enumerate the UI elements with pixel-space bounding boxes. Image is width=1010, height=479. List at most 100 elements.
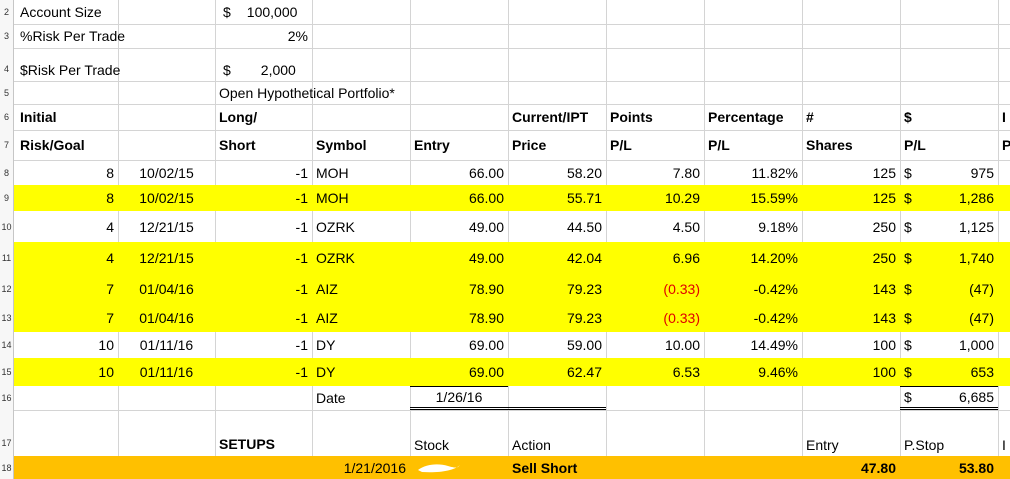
- cell-pct-pl[interactable]: 9.46%: [704, 358, 802, 386]
- cell-long-short[interactable]: -1: [215, 185, 312, 211]
- cell-pct-pl[interactable]: 11.82%: [704, 160, 802, 185]
- portfolio-title[interactable]: Open Hypothetical Portfolio*: [215, 81, 515, 104]
- col-long[interactable]: Long/: [215, 104, 312, 130]
- cell-symbol[interactable]: DY: [312, 358, 410, 386]
- cell-symbol[interactable]: OZRK: [312, 211, 410, 242]
- setup-pstop[interactable]: 53.80: [900, 456, 998, 479]
- cell-risk-goal[interactable]: 7: [16, 303, 118, 332]
- risk-pct-value[interactable]: 2%: [215, 24, 312, 48]
- row-number[interactable]: 15: [0, 358, 14, 386]
- setup-date[interactable]: 1/21/2016: [312, 456, 410, 479]
- col-i[interactable]: I: [998, 104, 1010, 130]
- cell-shares[interactable]: 125: [802, 160, 900, 185]
- cell-dollar-pl[interactable]: $ (47): [900, 303, 998, 332]
- col-dollar-pl[interactable]: P/L: [900, 130, 998, 160]
- cell-long-short[interactable]: -1: [215, 358, 312, 386]
- col-entry[interactable]: Entry: [410, 130, 508, 160]
- cell-initial-date[interactable]: 01/11/16: [118, 358, 215, 386]
- cell-risk-goal[interactable]: 7: [16, 274, 118, 303]
- cell-risk-goal[interactable]: 8: [16, 185, 118, 211]
- cell-symbol[interactable]: MOH: [312, 185, 410, 211]
- cell-price[interactable]: 55.71: [508, 185, 606, 211]
- cell-long-short[interactable]: -1: [215, 274, 312, 303]
- cell-points-pl[interactable]: 10.29: [606, 185, 704, 211]
- row-number[interactable]: 16: [0, 386, 14, 410]
- cell-symbol[interactable]: AIZ: [312, 303, 410, 332]
- cell-entry[interactable]: 66.00: [410, 185, 508, 211]
- cell-shares[interactable]: 143: [802, 303, 900, 332]
- cell-entry[interactable]: 66.00: [410, 160, 508, 185]
- col-dollar[interactable]: $: [900, 104, 998, 130]
- cell-long-short[interactable]: -1: [215, 211, 312, 242]
- row-number[interactable]: 7: [0, 130, 14, 160]
- col-symbol[interactable]: Symbol: [312, 130, 410, 160]
- cell-points-pl[interactable]: (0.33): [606, 274, 704, 303]
- cell-price[interactable]: 62.47: [508, 358, 606, 386]
- row-number[interactable]: 17: [0, 410, 14, 456]
- cell-pct-pl[interactable]: 15.59%: [704, 185, 802, 211]
- account-size-cell[interactable]: $ 100,000: [219, 0, 312, 24]
- cell-long-short[interactable]: -1: [215, 303, 312, 332]
- date-label[interactable]: Date: [312, 386, 410, 410]
- cell-shares[interactable]: 100: [802, 358, 900, 386]
- cell-initial-date[interactable]: 10/02/15: [118, 185, 215, 211]
- cell-price[interactable]: 59.00: [508, 332, 606, 358]
- cell-dollar-pl[interactable]: $653: [900, 358, 998, 386]
- cell-entry[interactable]: 69.00: [410, 358, 508, 386]
- account-size-label[interactable]: Account Size: [16, 0, 216, 24]
- cell-dollar-pl[interactable]: $1,286: [900, 185, 998, 211]
- cell-dollar-pl[interactable]: $1,000: [900, 332, 998, 358]
- cell-pct-pl[interactable]: -0.42%: [704, 303, 802, 332]
- cell-dollar-pl[interactable]: $ (47): [900, 274, 998, 303]
- cell-risk-goal[interactable]: 10: [16, 358, 118, 386]
- row-number[interactable]: 3: [0, 24, 14, 48]
- setup-entry[interactable]: 47.80: [802, 456, 900, 479]
- cell-risk-goal[interactable]: 4: [16, 211, 118, 242]
- row-number[interactable]: 4: [0, 48, 14, 81]
- cell-risk-goal[interactable]: 10: [16, 332, 118, 358]
- cell-long-short[interactable]: -1: [215, 160, 312, 185]
- row-number[interactable]: 9: [0, 185, 14, 211]
- cell-points-pl[interactable]: (0.33): [606, 303, 704, 332]
- setups-action-label[interactable]: Action: [508, 410, 606, 456]
- row-number[interactable]: 8: [0, 160, 14, 185]
- total-pl-cell[interactable]: $ 6,685: [900, 386, 998, 410]
- cell-symbol[interactable]: DY: [312, 332, 410, 358]
- cell-initial-date[interactable]: 12/21/15: [118, 211, 215, 242]
- setup-stock-cell[interactable]: [410, 456, 508, 479]
- cell-shares[interactable]: 143: [802, 274, 900, 303]
- cell-pct-pl[interactable]: -0.42%: [704, 274, 802, 303]
- cell-dollar-pl[interactable]: $1,125: [900, 211, 998, 242]
- setups-entry-label[interactable]: Entry: [802, 410, 900, 456]
- row-number[interactable]: 12: [0, 274, 14, 303]
- col-points[interactable]: Points: [606, 104, 704, 130]
- cell-price[interactable]: 44.50: [508, 211, 606, 242]
- cell-points-pl[interactable]: 7.80: [606, 160, 704, 185]
- cell-price[interactable]: 79.23: [508, 274, 606, 303]
- cell-entry[interactable]: 49.00: [410, 211, 508, 242]
- cell-dollar-pl[interactable]: $1,740: [900, 242, 998, 274]
- cell-points-pl[interactable]: 10.00: [606, 332, 704, 358]
- row-number[interactable]: 18: [0, 456, 14, 479]
- col-short[interactable]: Short: [215, 130, 312, 160]
- col-shares-hash[interactable]: #: [802, 104, 900, 130]
- col-points-pl[interactable]: P/L: [606, 130, 704, 160]
- row-number[interactable]: 5: [0, 81, 14, 104]
- cell-entry[interactable]: 49.00: [410, 242, 508, 274]
- cell-risk-goal[interactable]: 8: [16, 160, 118, 185]
- cell-shares[interactable]: 250: [802, 211, 900, 242]
- cell-initial-date[interactable]: 01/04/16: [118, 274, 215, 303]
- cell-pct-pl[interactable]: 14.20%: [704, 242, 802, 274]
- cell-symbol[interactable]: AIZ: [312, 274, 410, 303]
- cell-initial-date[interactable]: 01/11/16: [118, 332, 215, 358]
- date-value[interactable]: 1/26/16: [410, 386, 508, 410]
- col-current[interactable]: Current/IPT: [508, 104, 606, 130]
- row-number[interactable]: 10: [0, 211, 14, 242]
- cell-long-short[interactable]: -1: [215, 332, 312, 358]
- col-pct-pl[interactable]: P/L: [704, 130, 802, 160]
- col-risk-goal[interactable]: Risk/Goal: [16, 130, 116, 160]
- cell-shares[interactable]: 100: [802, 332, 900, 358]
- cell-price[interactable]: 79.23: [508, 303, 606, 332]
- cell-initial-date[interactable]: 12/21/15: [118, 242, 215, 274]
- risk-dollar-label[interactable]: $Risk Per Trade: [16, 48, 216, 81]
